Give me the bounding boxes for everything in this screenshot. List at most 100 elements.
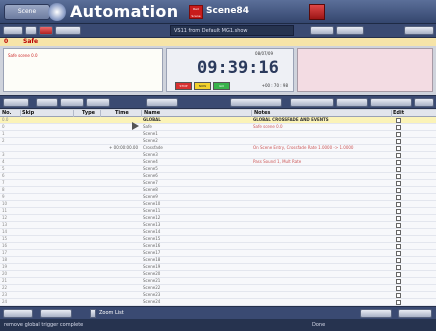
toolbar2-button-3[interactable]	[60, 98, 84, 107]
table-row[interactable]: 14 Scene14	[0, 229, 436, 236]
clock-time: 09:39:16	[197, 58, 279, 78]
edit-checkbox[interactable]	[396, 139, 401, 144]
row-number: 22	[2, 285, 8, 290]
col-header-notes[interactable]: Notes	[254, 110, 270, 117]
toolbar2-button-1[interactable]	[3, 98, 29, 107]
edit-checkbox[interactable]	[396, 272, 401, 277]
table-row[interactable]: 21 Scene21	[0, 278, 436, 285]
toolbar2-button-6[interactable]	[230, 98, 282, 107]
toolbar2-button-4[interactable]	[86, 98, 110, 107]
edit-checkbox[interactable]	[396, 174, 401, 179]
table-row[interactable]: 3 Scene3	[0, 152, 436, 159]
zoom-icon[interactable]	[90, 309, 96, 318]
table-row[interactable]: 15 Scene15	[0, 236, 436, 243]
col-header-skip[interactable]: Skip	[22, 110, 34, 117]
col-header-edit[interactable]: Edit	[393, 110, 404, 117]
toolbar2-button-8[interactable]	[336, 98, 368, 107]
col-header-type[interactable]: Type	[82, 110, 95, 117]
col-header-time[interactable]: Time	[115, 110, 129, 117]
toolbar-button-5[interactable]	[310, 26, 334, 35]
secondary-toolbar	[0, 95, 436, 109]
edit-checkbox[interactable]	[396, 209, 401, 214]
col-header-name[interactable]: Name	[144, 110, 160, 117]
title-bar: Scene Automation Red Scene Scene84	[0, 0, 436, 24]
toolbar2-button-10[interactable]	[414, 98, 434, 107]
table-row[interactable]: 19 Scene19	[0, 264, 436, 271]
toolbar-button-3[interactable]	[39, 26, 53, 35]
edit-checkbox[interactable]	[396, 265, 401, 270]
edit-checkbox[interactable]	[396, 293, 401, 298]
table-row[interactable]: 4 Scene4 Pass Sound 1, Mult Rate	[0, 159, 436, 166]
table-row[interactable]: 8 Scene8	[0, 187, 436, 194]
table-row[interactable]: + 00:00:00.00 Crossfade On Scene Entry, Cr…	[0, 145, 436, 152]
zoom-list-label[interactable]: Zoom List	[99, 309, 124, 318]
toolbar2-button-7[interactable]	[290, 98, 334, 107]
table-row[interactable]: 13 Scene13	[0, 222, 436, 229]
toolbar-button-6[interactable]	[336, 26, 364, 35]
toolbar-button-1[interactable]	[3, 26, 23, 35]
col-header-no[interactable]: No.	[2, 110, 12, 117]
toolbar2-button-9[interactable]	[370, 98, 412, 107]
edit-checkbox[interactable]	[396, 300, 401, 305]
now-button[interactable]: NOW	[194, 82, 211, 90]
warning-button[interactable]	[309, 4, 325, 20]
bottom-button-1[interactable]	[3, 309, 33, 318]
edit-checkbox[interactable]	[396, 237, 401, 242]
toolbar-button-4[interactable]	[55, 26, 81, 35]
bottom-button-2[interactable]	[40, 309, 72, 318]
table-row[interactable]: 17 Scene17	[0, 250, 436, 257]
toolbar2-button-5[interactable]	[146, 98, 178, 107]
row-number: 1	[2, 131, 5, 136]
row-name: Scene13	[143, 222, 161, 227]
table-row[interactable]: 16 Scene16	[0, 243, 436, 250]
edit-checkbox[interactable]	[396, 202, 401, 207]
edit-checkbox[interactable]	[396, 251, 401, 256]
stop-button[interactable]: STOP	[175, 82, 192, 90]
edit-checkbox[interactable]	[396, 188, 401, 193]
bottom-button-3[interactable]	[360, 309, 392, 318]
edit-checkbox[interactable]	[396, 195, 401, 200]
table-row[interactable]: 0 Safe Safe scene 0.0	[0, 124, 436, 131]
grid-header: No. Skip Type Time Name Notes Edit	[0, 110, 436, 117]
toolbar-button-2[interactable]	[25, 26, 37, 35]
edit-checkbox[interactable]	[396, 125, 401, 130]
edit-checkbox[interactable]	[396, 181, 401, 186]
table-row[interactable]: 24 Scene24	[0, 299, 436, 306]
go-button[interactable]: GO	[213, 82, 230, 90]
table-row[interactable]: 0.0 GLOBAL GLOBAL CROSSFADE AND EVENTS	[0, 117, 436, 124]
table-row[interactable]: 12 Scene12	[0, 215, 436, 222]
edit-checkbox[interactable]	[396, 153, 401, 158]
toolbar-button-7[interactable]	[404, 26, 434, 35]
table-row[interactable]: 5 Scene5	[0, 166, 436, 173]
edit-checkbox[interactable]	[396, 132, 401, 137]
table-row[interactable]: 1 Scene1	[0, 131, 436, 138]
table-row[interactable]: 7 Scene7	[0, 180, 436, 187]
edit-checkbox[interactable]	[396, 146, 401, 151]
edit-checkbox[interactable]	[396, 279, 401, 284]
table-row[interactable]: 11 Scene11	[0, 208, 436, 215]
edit-checkbox[interactable]	[396, 286, 401, 291]
row-name: Scene18	[143, 257, 161, 262]
table-row[interactable]: 22 Scene22	[0, 285, 436, 292]
edit-checkbox[interactable]	[396, 230, 401, 235]
edit-checkbox[interactable]	[396, 223, 401, 228]
table-row[interactable]: 10 Scene10	[0, 201, 436, 208]
table-row[interactable]: 23 Scene23	[0, 292, 436, 299]
table-row[interactable]: 2 Scene2	[0, 138, 436, 145]
table-row[interactable]: 20 Scene20	[0, 271, 436, 278]
edit-checkbox[interactable]	[396, 258, 401, 263]
edit-checkbox[interactable]	[396, 244, 401, 249]
edit-checkbox[interactable]	[396, 216, 401, 221]
bottom-button-4[interactable]	[398, 309, 432, 318]
show-file-field[interactable]: VS11 from Default MG1.show	[170, 25, 294, 36]
edit-checkbox[interactable]	[396, 167, 401, 172]
row-number: 10	[2, 201, 8, 206]
table-row[interactable]: 9 Scene9	[0, 194, 436, 201]
table-row[interactable]: 18 Scene18	[0, 257, 436, 264]
edit-checkbox[interactable]	[396, 160, 401, 165]
app-logo: Scene	[4, 4, 50, 20]
row-name: Safe	[143, 124, 152, 129]
edit-checkbox[interactable]	[396, 118, 401, 123]
toolbar2-button-2[interactable]	[36, 98, 58, 107]
table-row[interactable]: 6 Scene6	[0, 173, 436, 180]
